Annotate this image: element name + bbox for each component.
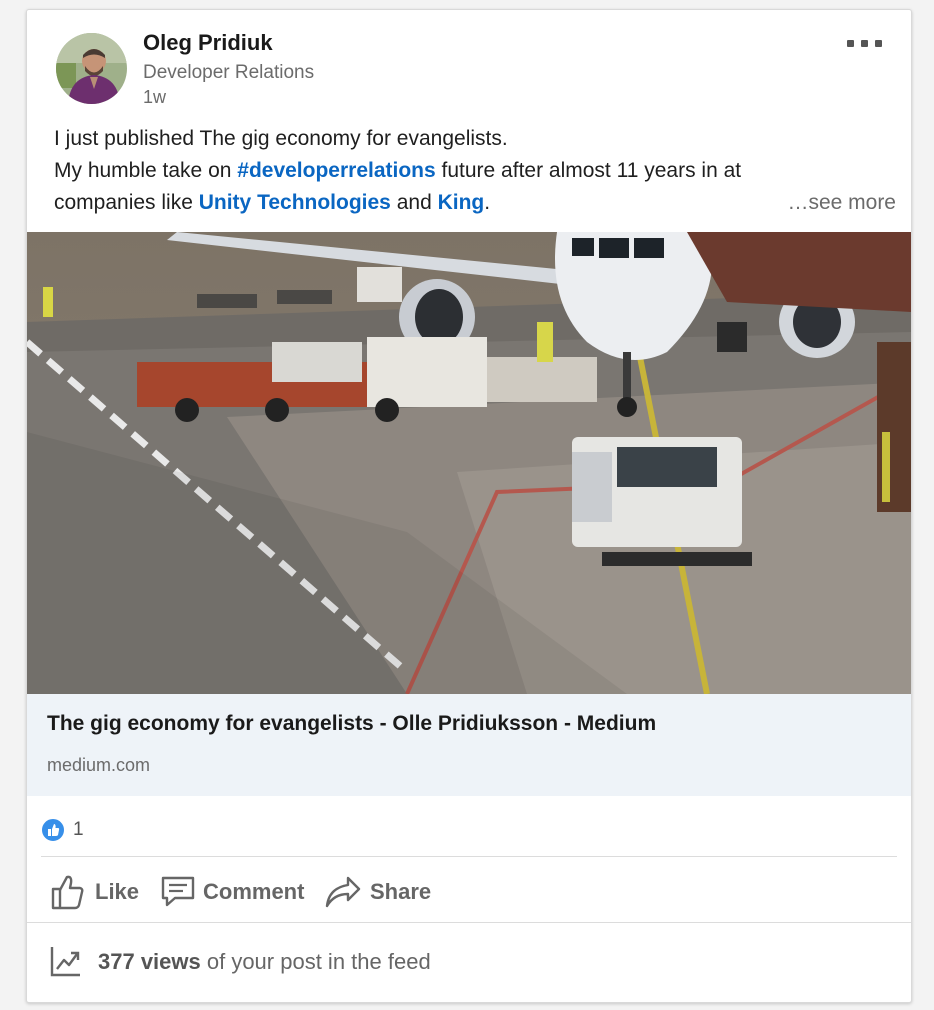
analytics-text: 377 views of your post in the feed — [98, 949, 431, 974]
thumbs-up-icon — [51, 875, 84, 910]
airport-apron-photo — [27, 232, 911, 694]
divider — [41, 856, 897, 857]
share-label: Share — [370, 879, 432, 904]
mention-link-king[interactable]: King — [438, 191, 485, 214]
author-headline: Developer Relations — [143, 62, 315, 83]
like-reaction-icon — [41, 818, 65, 842]
hashtag-link[interactable]: #developerrelations — [237, 159, 435, 182]
feed-post-card: Oleg Pridiuk Developer Relations 1w I ju… — [26, 9, 912, 1003]
like-label: Like — [95, 879, 140, 904]
article-image[interactable] — [27, 232, 911, 694]
post-header: Oleg Pridiuk Developer Relations 1w — [27, 10, 911, 120]
comment-icon — [161, 876, 195, 907]
author-avatar[interactable] — [56, 33, 127, 104]
view-count: 377 views — [98, 949, 201, 974]
post-timestamp: 1w — [143, 87, 167, 107]
post-text-line-1: I just published The gig economy for eva… — [54, 127, 508, 150]
share-button[interactable]: Share — [324, 866, 442, 914]
comment-label: Comment — [203, 879, 305, 904]
post-commentary: I just published The gig economy for eva… — [54, 123, 896, 219]
see-more-button[interactable]: …see more — [787, 187, 896, 219]
link-preview-title: The gig economy for evangelists - Olle P… — [47, 712, 657, 735]
reaction-count: 1 — [73, 819, 84, 840]
post-text-line-2: My humble take on #developerrelations fu… — [54, 159, 742, 182]
comment-button[interactable]: Comment — [161, 866, 311, 914]
more-options-button[interactable] — [845, 32, 885, 54]
share-arrow-icon — [325, 876, 361, 908]
post-analytics-link[interactable]: 377 views of your post in the feed — [27, 923, 911, 1001]
social-actions-bar: Like Comment Share — [27, 858, 911, 922]
post-text-line-3: companies like Unity Technologies and Ki… — [54, 187, 896, 219]
link-preview[interactable]: The gig economy for evangelists - Olle P… — [27, 694, 911, 796]
link-preview-source: medium.com — [47, 755, 151, 775]
author-name[interactable]: Oleg Pridiuk — [143, 30, 273, 56]
trending-chart-icon — [50, 947, 80, 977]
mention-link-unity[interactable]: Unity Technologies — [199, 191, 391, 214]
like-button[interactable]: Like — [51, 866, 147, 914]
